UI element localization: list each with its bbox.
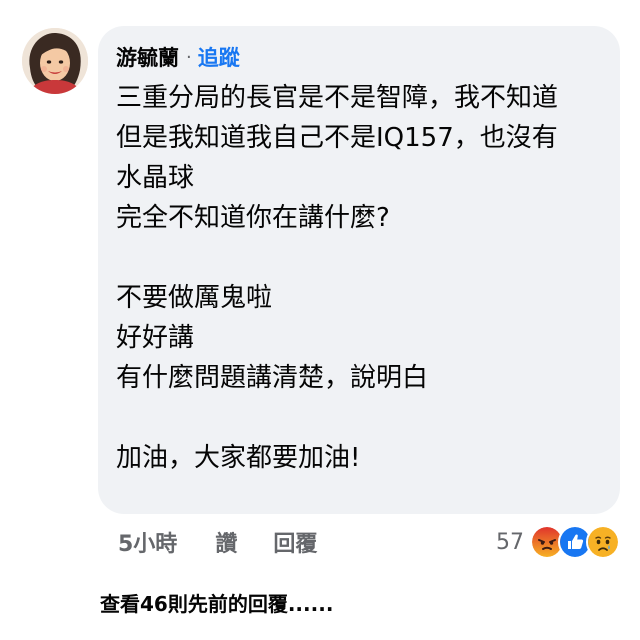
like-button[interactable]: 讚	[215, 526, 237, 558]
comment-actions: 5小時 讚 回覆	[118, 522, 317, 562]
avatar[interactable]	[22, 28, 88, 94]
comment-line: 有什麼問題講清楚，說明白	[116, 363, 429, 393]
view-previous-replies-link[interactable]: 查看46則先前的回覆......	[100, 588, 333, 617]
avatar-portrait	[22, 28, 88, 94]
comment-line: 加油，大家都要加油!	[116, 443, 361, 473]
comment-bubble: 游毓蘭 · 追蹤 三重分局的長官是不是智障，我不知道 但是我知道我自己不是IQ1…	[98, 26, 620, 514]
comment-author[interactable]: 游毓蘭	[116, 42, 179, 72]
comment-line: 但是我知道我自己不是IQ157，也沒有	[116, 123, 558, 153]
reaction-count: 57	[496, 529, 524, 555]
comment-line	[116, 238, 600, 278]
comment-thread: 游毓蘭 · 追蹤 三重分局的長官是不是智障，我不知道 但是我知道我自己不是IQ1…	[0, 0, 640, 640]
sad-icon	[586, 525, 620, 559]
reaction-icons	[530, 525, 620, 559]
comment-line	[116, 398, 600, 438]
comment-line: 三重分局的長官是不是智障，我不知道	[116, 83, 559, 113]
comment-line: 不要做厲鬼啦	[116, 283, 273, 313]
follow-button[interactable]: 追蹤	[198, 42, 240, 72]
comment-line: 好好講	[116, 323, 195, 353]
comment-text: 三重分局的長官是不是智障，我不知道 但是我知道我自己不是IQ157，也沒有 水晶…	[116, 78, 600, 478]
reaction-summary[interactable]: 57	[496, 522, 620, 562]
comment-line: 完全不知道你在講什麼?	[116, 203, 390, 233]
comment-timestamp[interactable]: 5小時	[118, 526, 177, 558]
separator-dot: ·	[186, 46, 192, 68]
comment-header: 游毓蘭 · 追蹤	[116, 40, 600, 74]
reply-button[interactable]: 回覆	[273, 526, 317, 558]
comment-line: 水晶球	[116, 163, 195, 193]
